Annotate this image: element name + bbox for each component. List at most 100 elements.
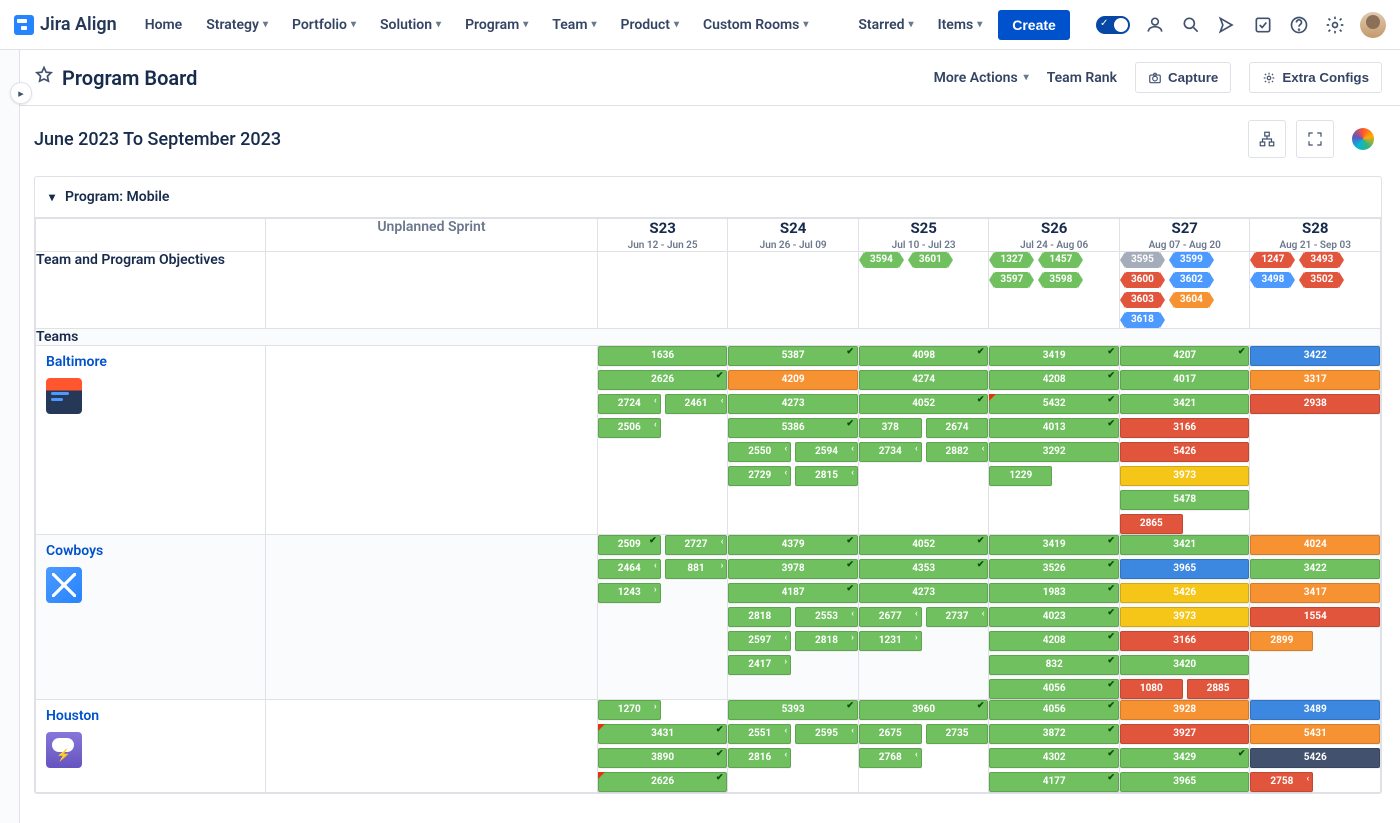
team-link[interactable]: Houston — [36, 700, 265, 728]
objective-chip[interactable]: 3594 — [864, 252, 899, 268]
work-item-card[interactable]: 4024 — [1250, 535, 1380, 555]
work-item-card[interactable]: 4302✔ — [989, 748, 1119, 768]
work-item-card[interactable]: 2626✔ — [598, 370, 728, 390]
work-item-card[interactable]: 1080 — [1120, 679, 1183, 699]
objective-chip[interactable]: 1247 — [1255, 252, 1290, 268]
create-button[interactable]: Create — [998, 10, 1070, 40]
objective-chip[interactable]: 1327 — [994, 252, 1029, 268]
objective-chip[interactable]: 3600 — [1125, 272, 1160, 288]
work-item-card[interactable]: 5431 — [1250, 724, 1380, 744]
work-item-card[interactable]: 4274 — [859, 370, 989, 390]
expand-sidebar-button[interactable]: ▸ — [10, 82, 32, 104]
work-item-card[interactable]: 2551‹ — [728, 724, 791, 744]
objective-chip[interactable]: 3601 — [913, 252, 948, 268]
work-item-card[interactable]: 3960✔ — [859, 700, 989, 720]
work-item-card[interactable]: 4017 — [1120, 370, 1250, 390]
work-item-card[interactable]: 4379✔ — [728, 535, 858, 555]
nav-items[interactable]: Items▾ — [928, 11, 993, 39]
work-item-card[interactable]: 3489 — [1250, 700, 1380, 720]
work-item-card[interactable]: 4208✔ — [989, 370, 1119, 390]
work-item-card[interactable]: 3890✔ — [598, 748, 728, 768]
work-item-card[interactable]: 1270› — [598, 700, 661, 720]
work-item-card[interactable]: 2768‹ — [859, 748, 922, 768]
work-item-card[interactable]: 4208✔ — [989, 631, 1119, 651]
work-item-card[interactable]: 5387✔ — [728, 346, 858, 366]
user-avatar[interactable] — [1360, 12, 1386, 38]
theme-toggle[interactable]: ✓ — [1096, 16, 1130, 34]
work-item-card[interactable]: 3973 — [1120, 607, 1250, 627]
work-item-card[interactable]: 1554 — [1250, 607, 1380, 627]
work-item-card[interactable]: 3421 — [1120, 394, 1250, 414]
tasks-icon[interactable] — [1252, 14, 1274, 36]
work-item-card[interactable]: 881› — [665, 559, 728, 579]
work-item-card[interactable]: 2595‹ — [795, 724, 858, 744]
work-item-card[interactable]: 2734‹ — [859, 442, 922, 462]
work-item-card[interactable]: 2865 — [1120, 514, 1183, 534]
work-item-card[interactable]: 4209 — [728, 370, 858, 390]
work-item-card[interactable]: 2594‹ — [795, 442, 858, 462]
work-item-card[interactable]: 3526✔ — [989, 559, 1119, 579]
account-icon[interactable] — [1144, 14, 1166, 36]
work-item-card[interactable]: 2938 — [1250, 394, 1380, 414]
objective-chip[interactable]: 3493 — [1304, 252, 1339, 268]
work-item-card[interactable]: 5393✔ — [728, 700, 858, 720]
objective-chip[interactable]: 3604 — [1174, 292, 1209, 308]
work-item-card[interactable]: 2626✔ — [598, 772, 728, 792]
work-item-card[interactable]: 2506‹ — [598, 418, 661, 438]
team-link[interactable]: Cowboys — [36, 535, 265, 563]
objective-chip[interactable]: 3599 — [1174, 252, 1209, 268]
work-item-card[interactable]: 2509✔ — [598, 535, 661, 555]
work-item-card[interactable]: 3422 — [1250, 346, 1380, 366]
work-item-card[interactable]: 4052✔ — [859, 394, 989, 414]
objective-chip[interactable]: 3502 — [1304, 272, 1339, 288]
work-item-card[interactable]: 3965 — [1120, 559, 1250, 579]
work-item-card[interactable]: 4056✔ — [989, 679, 1119, 699]
nav-strategy[interactable]: Strategy▾ — [196, 11, 278, 39]
work-item-card[interactable]: 2727‹ — [665, 535, 728, 555]
work-item-card[interactable]: 2818 — [728, 607, 791, 627]
work-item-card[interactable]: 1229 — [989, 466, 1052, 486]
work-item-card[interactable]: 4056✔ — [989, 700, 1119, 720]
work-item-card[interactable]: 3973 — [1120, 466, 1250, 486]
help-icon[interactable] — [1288, 14, 1310, 36]
work-item-card[interactable]: 4098✔ — [859, 346, 989, 366]
work-item-card[interactable]: 2675 — [859, 724, 922, 744]
work-item-card[interactable]: 5478 — [1120, 490, 1250, 510]
work-item-card[interactable]: 5426 — [1120, 583, 1250, 603]
work-item-card[interactable]: 2737‹ — [926, 607, 989, 627]
work-item-card[interactable]: 2882‹ — [926, 442, 989, 462]
work-item-card[interactable]: 3965 — [1120, 772, 1250, 792]
program-header[interactable]: ▾ Program: Mobile — [35, 177, 1381, 218]
extra-configs-button[interactable]: Extra Configs — [1249, 62, 1382, 93]
work-item-card[interactable]: 2461‹ — [665, 394, 728, 414]
objective-chip[interactable]: 1457 — [1043, 252, 1078, 268]
work-item-card[interactable]: 2885 — [1187, 679, 1250, 699]
work-item-card[interactable]: 4013✔ — [989, 418, 1119, 438]
work-item-card[interactable]: 2729‹ — [728, 466, 791, 486]
nav-team[interactable]: Team▾ — [542, 11, 606, 39]
work-item-card[interactable]: 4207✔ — [1120, 346, 1250, 366]
nav-product[interactable]: Product▾ — [611, 11, 689, 39]
work-item-card[interactable]: 2816‹ — [728, 748, 791, 768]
notifications-icon[interactable] — [1216, 14, 1238, 36]
work-item-card[interactable]: 2417› — [728, 655, 791, 675]
work-item-card[interactable]: 3978✔ — [728, 559, 858, 579]
work-item-card[interactable]: 378 — [859, 418, 922, 438]
work-item-card[interactable]: 1243› — [598, 583, 661, 603]
work-item-card[interactable]: 2597‹ — [728, 631, 791, 651]
work-item-card[interactable]: 2464‹ — [598, 559, 661, 579]
fullscreen-button[interactable] — [1296, 120, 1334, 158]
objective-chip[interactable]: 3595 — [1125, 252, 1160, 268]
work-item-card[interactable]: 3420 — [1120, 655, 1250, 675]
nav-portfolio[interactable]: Portfolio▾ — [282, 11, 366, 39]
objective-chip[interactable]: 3597 — [994, 272, 1029, 288]
more-actions-menu[interactable]: More Actions▾ — [934, 70, 1029, 86]
work-item-card[interactable]: 2553‹ — [795, 607, 858, 627]
work-item-card[interactable]: 5386✔ — [728, 418, 858, 438]
color-legend-button[interactable] — [1344, 120, 1382, 158]
objective-chip[interactable]: 3498 — [1255, 272, 1290, 288]
work-item-card[interactable]: 3429✔ — [1120, 748, 1250, 768]
work-item-card[interactable]: 2735 — [926, 724, 989, 744]
work-item-card[interactable]: 3292 — [989, 442, 1119, 462]
objective-chip[interactable]: 3602 — [1174, 272, 1209, 288]
